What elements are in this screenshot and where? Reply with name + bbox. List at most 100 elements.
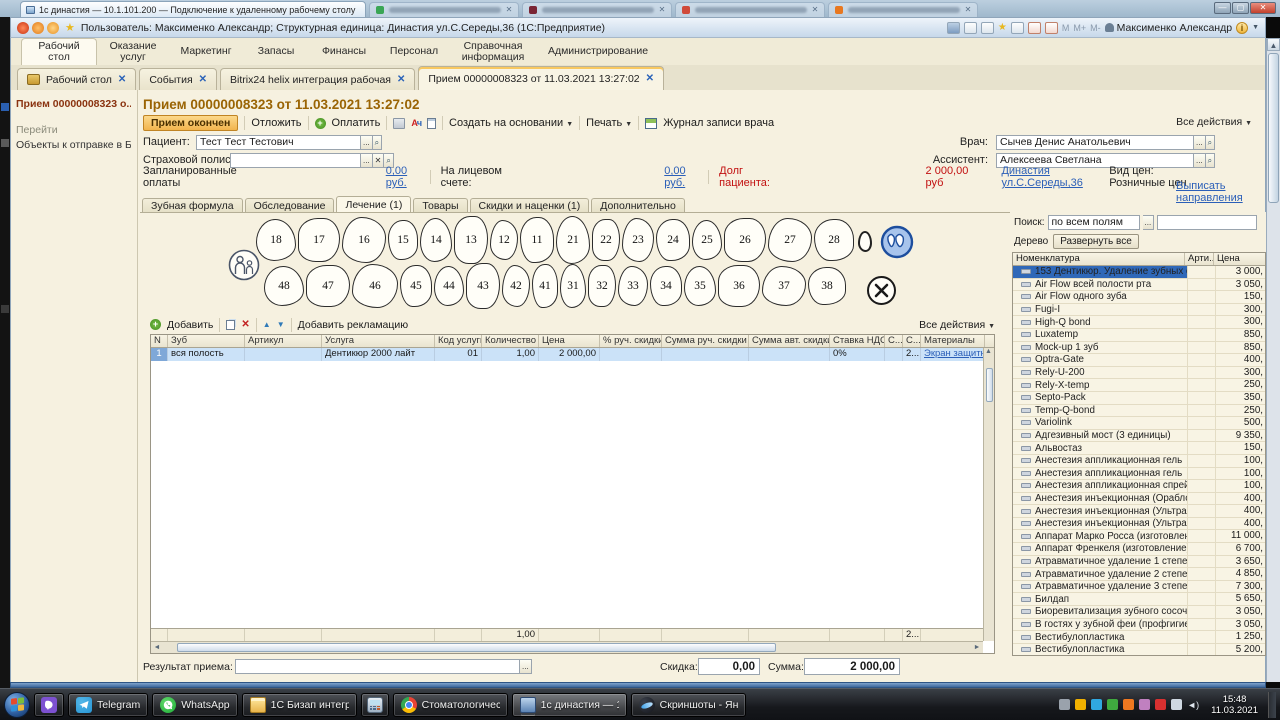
copy-row-icon[interactable] (226, 320, 235, 330)
svc-col-5[interactable]: Код услуги (435, 335, 482, 347)
nomenclature-name-cell[interactable]: Анестезия аппликационная гель (1013, 468, 1187, 480)
result-select-button[interactable]: ... (520, 659, 532, 674)
nomenclature-row[interactable]: Анестезия аппликационная гель100, (1013, 468, 1265, 481)
nomenclature-row[interactable]: Rely-U-200300, (1013, 367, 1265, 380)
nomenclature-row[interactable]: Адгезивный мост (3 единицы)9 350, (1013, 430, 1265, 443)
tooth-25[interactable]: 25 (692, 220, 722, 260)
doc-tab-3[interactable]: Bitrix24 helix интеграция рабочая✕ (220, 68, 415, 90)
svc-cell-13[interactable]: 2... (903, 348, 921, 361)
nomenclature-name-cell[interactable]: Анестезия инъекционная (Ультракаин,... (1013, 505, 1187, 517)
nomenclature-name-cell[interactable]: Анестезия инъекционная (Ультракаин,... (1013, 518, 1187, 530)
nomenclature-row[interactable]: Анестезия инъекционная (Ораблок)400, (1013, 493, 1265, 506)
tooth-15[interactable]: 15 (388, 220, 418, 260)
issue-referral-link[interactable]: Выписать направления (1176, 180, 1266, 204)
services-hscrollbar[interactable]: ◄► (151, 641, 983, 653)
nomenclature-name-cell[interactable]: Вестибулопластика (1013, 631, 1187, 643)
services-table-empty-area[interactable] (151, 361, 983, 628)
move-up-icon[interactable]: ▲ (263, 320, 271, 329)
svc-col-1[interactable]: N (151, 335, 168, 347)
tooth-16[interactable]: 16 (342, 217, 386, 263)
browser-tab-blurred[interactable]: ✕ (675, 2, 825, 17)
chevron-down-icon[interactable]: ▼ (1252, 24, 1259, 31)
tooth-33[interactable]: 33 (618, 266, 648, 306)
pay-button[interactable]: Оплатить (332, 117, 381, 129)
tooth-48[interactable]: 48 (264, 266, 304, 306)
tooth-43[interactable]: 43 (466, 263, 500, 309)
nomenclature-name-cell[interactable]: Rely-X-temp (1013, 379, 1187, 391)
tooth-34[interactable]: 34 (650, 266, 682, 306)
spellcheck-icon[interactable]: Ач (411, 118, 421, 128)
search-mode-button[interactable]: ... (1143, 215, 1155, 230)
current-user-button[interactable]: Максименко Александр (1105, 22, 1232, 34)
whole-mouth-selected-icon[interactable] (880, 225, 914, 262)
nomenclature-row[interactable]: Fugi-I300, (1013, 304, 1265, 317)
svc-cell-8[interactable] (600, 348, 662, 361)
scroll-up-icon[interactable]: ▲ (1267, 38, 1280, 51)
save-icon[interactable] (947, 22, 960, 34)
policy-select-button[interactable]: ... (361, 153, 373, 168)
favorites-star-icon[interactable]: ★ (65, 21, 75, 34)
nomenclature-row[interactable]: Анестезия инъекционная (Ультракаин,...40… (1013, 518, 1265, 531)
nomenclature-name-cell[interactable]: Анестезия инъекционная (Ораблок) (1013, 493, 1187, 505)
tab-4[interactable]: Товары (413, 198, 467, 213)
policy-input[interactable] (230, 153, 361, 168)
tooth-44[interactable]: 44 (434, 266, 464, 306)
nomenclature-row[interactable]: Variolink500, (1013, 417, 1265, 430)
patient-input[interactable]: Тест Тест Тестович (196, 135, 361, 150)
section-tab-6[interactable]: Персонал (379, 38, 449, 65)
nomenclature-row[interactable]: Optra-Gate400, (1013, 354, 1265, 367)
print-button[interactable]: Печать ▼ (586, 117, 632, 129)
planned-payments-value[interactable]: 0,00 руб. (386, 165, 420, 189)
svc-col-6[interactable]: Количество (482, 335, 539, 347)
postpone-button[interactable]: Отложить (251, 117, 301, 129)
add-claim-button[interactable]: Добавить рекламацию (298, 319, 409, 331)
chrome-taskbar-button[interactable]: Стоматологичес... (393, 693, 508, 717)
svc-cell-12[interactable] (885, 348, 903, 361)
nomenclature-row[interactable]: Rely-X-temp250, (1013, 379, 1265, 392)
tab-5[interactable]: Скидки и наценки (1) (470, 198, 590, 213)
nomenclature-name-cell[interactable]: Temp-Q-bond (1013, 405, 1187, 417)
sidebar-current-item[interactable]: Прием 00000008323 о... (16, 98, 131, 110)
tooth-24[interactable]: 24 (656, 219, 690, 261)
tab-6[interactable]: Дополнительно (591, 198, 685, 213)
delete-row-icon[interactable]: ✕ (241, 319, 249, 330)
tooth-28[interactable]: 28 (814, 219, 854, 261)
tab-1[interactable]: Зубная формула (142, 198, 243, 213)
nomenclature-row[interactable]: Air Flow одного зуба150, (1013, 291, 1265, 304)
policy-clear-button[interactable]: ✕ (373, 153, 385, 168)
nomenclature-row[interactable]: Альвостаз150, (1013, 442, 1265, 455)
tab-close-icon[interactable]: ✕ (506, 6, 513, 14)
nomenclature-row[interactable]: Air Flow всей полости рта3 050, (1013, 279, 1265, 292)
nomenclature-name-cell[interactable]: Биоревитализация зубного сосочка (1013, 606, 1187, 618)
single-tooth-icon[interactable] (858, 231, 872, 252)
tooth-11[interactable]: 11 (520, 217, 554, 263)
nomenclature-row[interactable]: Атравматичное удаление 3 степени сл...7 … (1013, 581, 1265, 594)
tooth-21[interactable]: 21 (556, 216, 590, 264)
nomenclature-name-cell[interactable]: Luxatemp (1013, 329, 1187, 341)
patient-select-button[interactable]: ... (361, 135, 373, 150)
tray-icon-2[interactable] (1075, 699, 1086, 710)
tooth-41[interactable]: 41 (532, 264, 558, 308)
tooth-23[interactable]: 23 (622, 218, 654, 262)
whatsapp-taskbar-button[interactable]: WhatsApp (152, 693, 237, 717)
tab-rdp-session[interactable]: 1с династия — 10.1.101.200 — Подключение… (20, 1, 366, 17)
maximize-button[interactable]: ▢ (1232, 2, 1249, 14)
nomenclature-row[interactable]: Анестезия аппликационная спрей100, (1013, 480, 1265, 493)
svc-col-9[interactable]: Сумма руч. скидки (662, 335, 749, 347)
nomenclature-name-cell[interactable]: Атравматичное удаление 1 степени сл... (1013, 556, 1187, 568)
remove-selection-icon[interactable] (866, 275, 897, 309)
start-button[interactable] (4, 692, 30, 718)
calculator-icon[interactable] (1028, 22, 1041, 34)
doctor-select-button[interactable]: ... (1194, 135, 1206, 150)
svc-cell-6[interactable]: 1,00 (482, 348, 539, 361)
svc-col-7[interactable]: Цена (539, 335, 600, 347)
yandex-taskbar-button[interactable]: Скриншоты - Ян... (631, 693, 746, 717)
print-preview-icon[interactable] (981, 22, 994, 34)
nomenclature-row[interactable]: Вестибулопластика5 200, (1013, 644, 1265, 656)
document-icon[interactable] (427, 118, 436, 129)
browser-tab-blurred[interactable]: ✕ (522, 2, 672, 17)
svc-cell-11[interactable]: 0% (830, 348, 885, 361)
svc-cell-4[interactable]: Дентикюр 2000 лайт (322, 348, 435, 361)
patient-debt-value[interactable]: 2 000,00 руб (926, 165, 974, 189)
nomenclature-row[interactable]: Вестибулопластика1 250, (1013, 631, 1265, 644)
